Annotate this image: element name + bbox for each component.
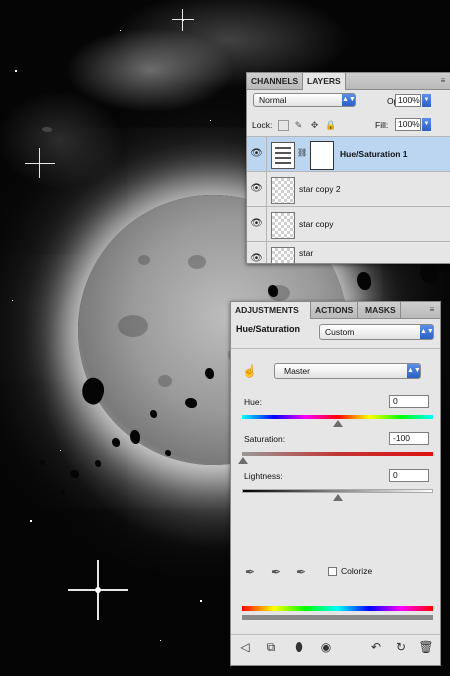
layer-row[interactable]: 👁 star copy 2 — [247, 171, 450, 206]
opacity-arrow-icon[interactable]: ▼ — [422, 94, 431, 107]
layer-thumbnail — [271, 247, 295, 263]
blend-mode-value: Normal — [259, 95, 287, 105]
chevron-down-icon: ▲▼ — [420, 325, 434, 339]
lightness-slider-track[interactable] — [242, 489, 433, 493]
blend-mode-dropdown[interactable]: Normal ▲▼ — [253, 93, 356, 107]
chain-link-icon: ⛓ — [297, 148, 308, 157]
saturation-label: Saturation: — [244, 434, 286, 444]
lock-label: Lock: — [252, 120, 273, 130]
lightness-slider-thumb[interactable] — [333, 494, 343, 501]
divider — [231, 348, 440, 349]
chevron-down-icon: ▲▼ — [342, 94, 356, 106]
targeted-adjustment-hand-icon[interactable]: ☝ — [242, 364, 257, 378]
adjustments-panel: ADJUSTMENTS ACTIONS MASKS ≡ Hue/Saturati… — [230, 301, 441, 666]
lock-move-icon[interactable]: ✥ — [309, 120, 320, 131]
back-arrow-icon[interactable]: ◁ — [237, 639, 253, 655]
tab-masks[interactable]: MASKS — [361, 302, 401, 318]
lock-all-icon[interactable]: 🔒 — [325, 120, 336, 131]
adjustments-tab-bar: ADJUSTMENTS ACTIONS MASKS ≡ — [231, 302, 440, 319]
reset-icon[interactable]: ↻ — [393, 639, 409, 655]
hue-slider-track[interactable] — [242, 415, 433, 419]
eye-icon[interactable]: 👁 — [247, 242, 267, 263]
colorize-label: Colorize — [341, 566, 373, 576]
opacity-field[interactable]: 100% — [395, 94, 421, 107]
eyedropper-minus-icon[interactable]: ✒ — [294, 564, 308, 580]
layer-row[interactable]: 👁 ⛓ Hue/Saturation 1 — [247, 136, 450, 171]
hue-slider-thumb[interactable] — [333, 420, 343, 427]
clip-icon[interactable]: ⧉ — [263, 639, 279, 655]
visibility-icon[interactable]: ◉ — [318, 639, 334, 655]
preset-dropdown[interactable]: Custom ▲▼ — [319, 324, 434, 340]
layer-name: Hue/Saturation 1 — [340, 149, 408, 159]
preset-value: Custom — [325, 327, 355, 337]
hue-label: Hue: — [244, 397, 262, 407]
colorize-checkbox[interactable] — [328, 567, 337, 576]
footer-divider — [231, 634, 440, 635]
lightness-label: Lightness: — [244, 471, 283, 481]
fill-field[interactable]: 100% — [395, 118, 421, 131]
tab-adjustments[interactable]: ADJUSTMENTS — [231, 302, 311, 319]
tab-layers[interactable]: LAYERS — [303, 73, 346, 90]
previous-state-icon[interactable]: ↶ — [368, 639, 384, 655]
layers-panel: CHANNELS LAYERS ≡ Normal ▲▼ Opacity: 100… — [246, 72, 450, 264]
layer-thumbnail — [271, 177, 295, 204]
output-color-bar — [242, 615, 433, 620]
layer-name: star copy 2 — [299, 184, 341, 194]
eye-icon[interactable]: 👁 — [247, 172, 267, 206]
layer-thumbnail — [271, 212, 295, 239]
fill-arrow-icon[interactable]: ▼ — [422, 118, 431, 131]
layers-tab-bar: CHANNELS LAYERS ≡ — [247, 73, 450, 90]
trash-icon[interactable]: 🗑 — [418, 639, 434, 655]
layer-name: star — [299, 248, 314, 258]
channel-dropdown[interactable]: Master ▲▼ — [274, 363, 421, 379]
adjustment-layer-icon — [271, 142, 295, 169]
lightness-field[interactable]: 0 — [389, 469, 429, 482]
hue-field[interactable]: 0 — [389, 395, 429, 408]
channel-value: Master — [284, 366, 310, 376]
tab-channels[interactable]: CHANNELS — [247, 73, 304, 89]
eye-icon[interactable]: 👁 — [247, 207, 267, 241]
chevron-down-icon: ▲▼ — [407, 364, 421, 378]
mask-icon[interactable]: ⬮ — [291, 639, 307, 655]
layer-row[interactable]: 👁 star — [247, 241, 450, 263]
layer-row[interactable]: 👁 star copy — [247, 206, 450, 241]
eyedropper-icon[interactable]: ✒ — [243, 564, 257, 580]
tab-actions[interactable]: ACTIONS — [311, 302, 359, 318]
adjustment-title: Hue/Saturation — [236, 324, 301, 334]
fill-label: Fill: — [375, 120, 389, 130]
eyedropper-plus-icon[interactable]: ✒ — [269, 564, 283, 580]
saturation-field[interactable]: -100 — [389, 432, 429, 445]
input-color-bar — [242, 606, 433, 611]
eye-icon[interactable]: 👁 — [247, 137, 267, 171]
layer-mask-thumbnail[interactable] — [310, 141, 334, 170]
panel-menu-icon[interactable]: ≡ — [437, 75, 449, 86]
panel-menu-icon[interactable]: ≡ — [426, 304, 438, 315]
saturation-slider-track[interactable] — [242, 452, 433, 456]
lock-brush-icon[interactable]: ✎ — [293, 120, 304, 131]
saturation-slider-thumb[interactable] — [238, 457, 248, 464]
lock-transparency-icon[interactable] — [278, 120, 289, 131]
